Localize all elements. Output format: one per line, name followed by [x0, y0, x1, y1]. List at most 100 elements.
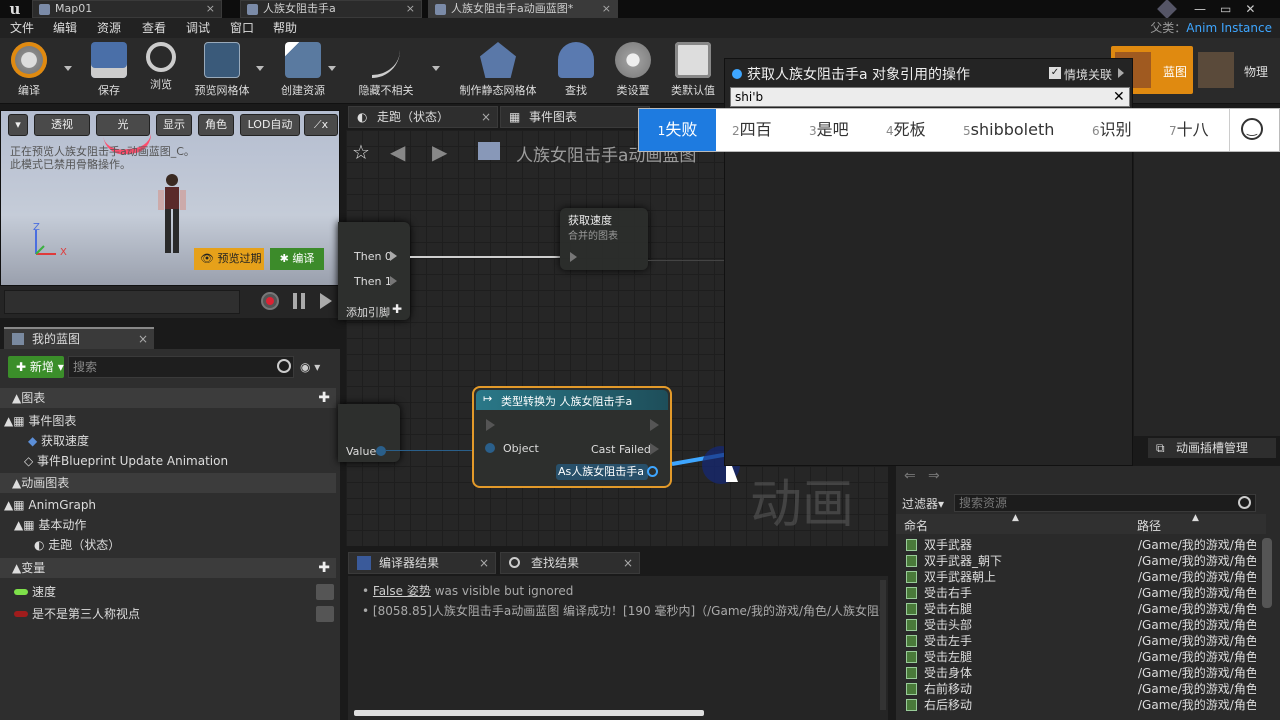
exec-pin-icon[interactable]	[570, 252, 577, 262]
eye-toggle-icon[interactable]	[316, 606, 334, 622]
menu-help[interactable]: 帮助	[273, 18, 297, 38]
compile-dropdown-icon[interactable]	[64, 66, 72, 72]
viewport-options-button[interactable]: ▾	[8, 114, 28, 136]
save-button[interactable]: 保存	[88, 40, 130, 100]
vertical-scrollbar[interactable]	[880, 580, 886, 710]
plus-icon[interactable]: ✚	[392, 302, 402, 316]
viewport-compile-button[interactable]: ✱ 编译	[270, 248, 324, 270]
visibility-options-icon[interactable]: ◉ ▾	[300, 358, 330, 376]
ime-candidate-4[interactable]: 4死板	[886, 109, 926, 151]
exec-pin-icon[interactable]	[390, 276, 397, 286]
tree-item-animgraph[interactable]: ▲▦ AnimGraph	[4, 495, 96, 515]
action-search-input[interactable]: shi'b	[730, 87, 1130, 107]
browse-button[interactable]: 浏览	[140, 40, 182, 100]
class-defaults-button[interactable]: 类默认值	[666, 40, 720, 100]
back-arrow-icon[interactable]: ⇐	[904, 468, 916, 484]
exec-pin-icon[interactable]	[650, 443, 659, 455]
close-icon[interactable]: ×	[602, 1, 611, 17]
preview-mesh-button[interactable]: 预览网格体	[192, 40, 252, 100]
variable-speed[interactable]: 速度	[14, 582, 334, 602]
variable-third-person[interactable]: 是不是第三人称视点	[14, 604, 334, 624]
compile-button[interactable]: 编译	[6, 40, 52, 100]
tree-item-run-state[interactable]: ◐ 走跑（状态）	[34, 535, 120, 555]
list-item[interactable]: 受击左手/Game/我的游戏/角色	[904, 633, 1264, 649]
variables-section-header[interactable]: ▲变量 ✚	[0, 558, 336, 578]
tab-anim-slot-manager[interactable]: ⧉ 动画插槽管理	[1148, 438, 1276, 458]
close-icon[interactable]: ×	[406, 1, 415, 17]
class-settings-button[interactable]: 类设置	[612, 40, 654, 100]
column-path-header[interactable]: 路径	[1137, 517, 1161, 534]
close-icon[interactable]: ×	[479, 553, 489, 573]
context-sensitive-label[interactable]: 情境关联	[1064, 66, 1112, 83]
tab-compiler-results[interactable]: 编译器结果 ×	[348, 552, 496, 574]
close-icon[interactable]: ×	[623, 553, 633, 573]
play-icon[interactable]	[320, 293, 332, 309]
close-icon[interactable]: ×	[206, 1, 215, 17]
list-item[interactable]: 右后移动/Game/我的游戏/角色	[904, 697, 1264, 713]
list-item[interactable]: 受击身体/Game/我的游戏/角色	[904, 665, 1264, 681]
tab-anim-blueprint[interactable]: 人族女阻击手a动画蓝图* ×	[428, 0, 618, 18]
close-icon[interactable]: ×	[481, 107, 491, 127]
ime-candidate-1[interactable]: 1失败	[639, 109, 716, 151]
parent-class-link[interactable]: Anim Instance	[1186, 21, 1272, 35]
find-button[interactable]: 查找	[558, 40, 594, 100]
make-static-mesh-button[interactable]: 制作静态网格体	[454, 40, 542, 100]
show-button[interactable]: 显示	[156, 114, 192, 136]
tab-find-results[interactable]: 查找结果 ×	[500, 552, 640, 574]
horizontal-scrollbar[interactable]	[354, 710, 704, 716]
object-pin-icon[interactable]	[376, 446, 386, 456]
add-new-button[interactable]: ✚ 新增 ▾	[8, 356, 64, 378]
exec-pin-icon[interactable]	[390, 251, 397, 261]
list-item[interactable]: 受击右手/Game/我的游戏/角色	[904, 585, 1264, 601]
record-icon[interactable]	[261, 292, 279, 310]
menu-file[interactable]: 文件	[10, 18, 34, 38]
then1-pin[interactable]: Then 1	[354, 275, 392, 288]
timeline-scrubber[interactable]	[4, 290, 240, 314]
exec-in-pin-icon[interactable]	[486, 419, 495, 431]
emoji-icon[interactable]: ‿	[1241, 118, 1263, 140]
forward-arrow-icon[interactable]: ⇒	[928, 468, 940, 484]
list-item[interactable]: 受击右腿/Game/我的游戏/角色	[904, 601, 1264, 617]
list-item[interactable]: 双手武器_朝下/Game/我的游戏/角色	[904, 553, 1264, 569]
blueprint-search-input[interactable]: 搜索	[68, 356, 294, 378]
tab-map01[interactable]: Map01 ×	[32, 0, 222, 18]
physics-mode-button[interactable]: 物理	[1196, 46, 1280, 94]
chevron-right-icon[interactable]	[1118, 68, 1124, 78]
list-item[interactable]: 受击头部/Game/我的游戏/角色	[904, 617, 1264, 633]
back-arrow-icon[interactable]: ◀	[390, 140, 405, 164]
add-graph-icon[interactable]: ✚	[318, 388, 330, 408]
menu-edit[interactable]: 编辑	[53, 18, 77, 38]
ime-candidate-3[interactable]: 3是吧	[809, 109, 849, 151]
graphs-section-header[interactable]: ▲图表 ✚	[0, 388, 336, 408]
lod-button[interactable]: LOD自动	[240, 114, 300, 136]
favorite-star-icon[interactable]: ☆	[352, 140, 370, 164]
list-item[interactable]: 右前移动/Game/我的游戏/角色	[904, 681, 1264, 697]
tree-item-get-speed[interactable]: ◆ 获取速度	[28, 431, 89, 451]
create-asset-dropdown-icon[interactable]	[328, 66, 336, 72]
list-item[interactable]: 双手武器朝上/Game/我的游戏/角色	[904, 569, 1264, 585]
menu-view[interactable]: 查看	[142, 18, 166, 38]
list-item[interactable]: 受击左腿/Game/我的游戏/角色	[904, 649, 1264, 665]
tree-item-blueprint-update[interactable]: ◇ 事件Blueprint Update Animation	[24, 451, 228, 471]
tree-item-event-graph[interactable]: ▲▦ 事件图表	[4, 411, 76, 431]
add-pin-button[interactable]: 添加引脚	[346, 304, 390, 320]
tab-my-blueprint[interactable]: 我的蓝图 ×	[4, 327, 154, 349]
object-pin-icon[interactable]	[485, 443, 495, 453]
play-rate-button[interactable]: ⟋x	[304, 114, 338, 136]
close-icon[interactable]: ×	[138, 329, 148, 349]
perspective-button[interactable]: 透视	[34, 114, 90, 136]
clear-search-icon[interactable]: ✕	[1113, 87, 1129, 107]
ime-candidate-5[interactable]: 5shibboleth	[963, 109, 1054, 151]
preview-mesh-dropdown-icon[interactable]	[256, 66, 264, 72]
ime-candidate-7[interactable]: 7十八	[1169, 109, 1209, 151]
create-asset-button[interactable]: 创建资源	[276, 40, 330, 100]
filters-button[interactable]: 过滤器▾	[902, 495, 944, 512]
menu-debug[interactable]: 调试	[186, 18, 210, 38]
forward-arrow-icon[interactable]: ▶	[432, 140, 447, 164]
exec-out-pin-icon[interactable]	[650, 419, 659, 431]
menu-asset[interactable]: 资源	[97, 18, 121, 38]
eye-toggle-icon[interactable]	[316, 584, 334, 600]
list-item[interactable]: 双手武器/Game/我的游戏/角色	[904, 537, 1264, 553]
ime-candidate-2[interactable]: 2四百	[732, 109, 772, 151]
tab-run-state[interactable]: ◐ 走跑（状态） ×	[348, 106, 498, 128]
